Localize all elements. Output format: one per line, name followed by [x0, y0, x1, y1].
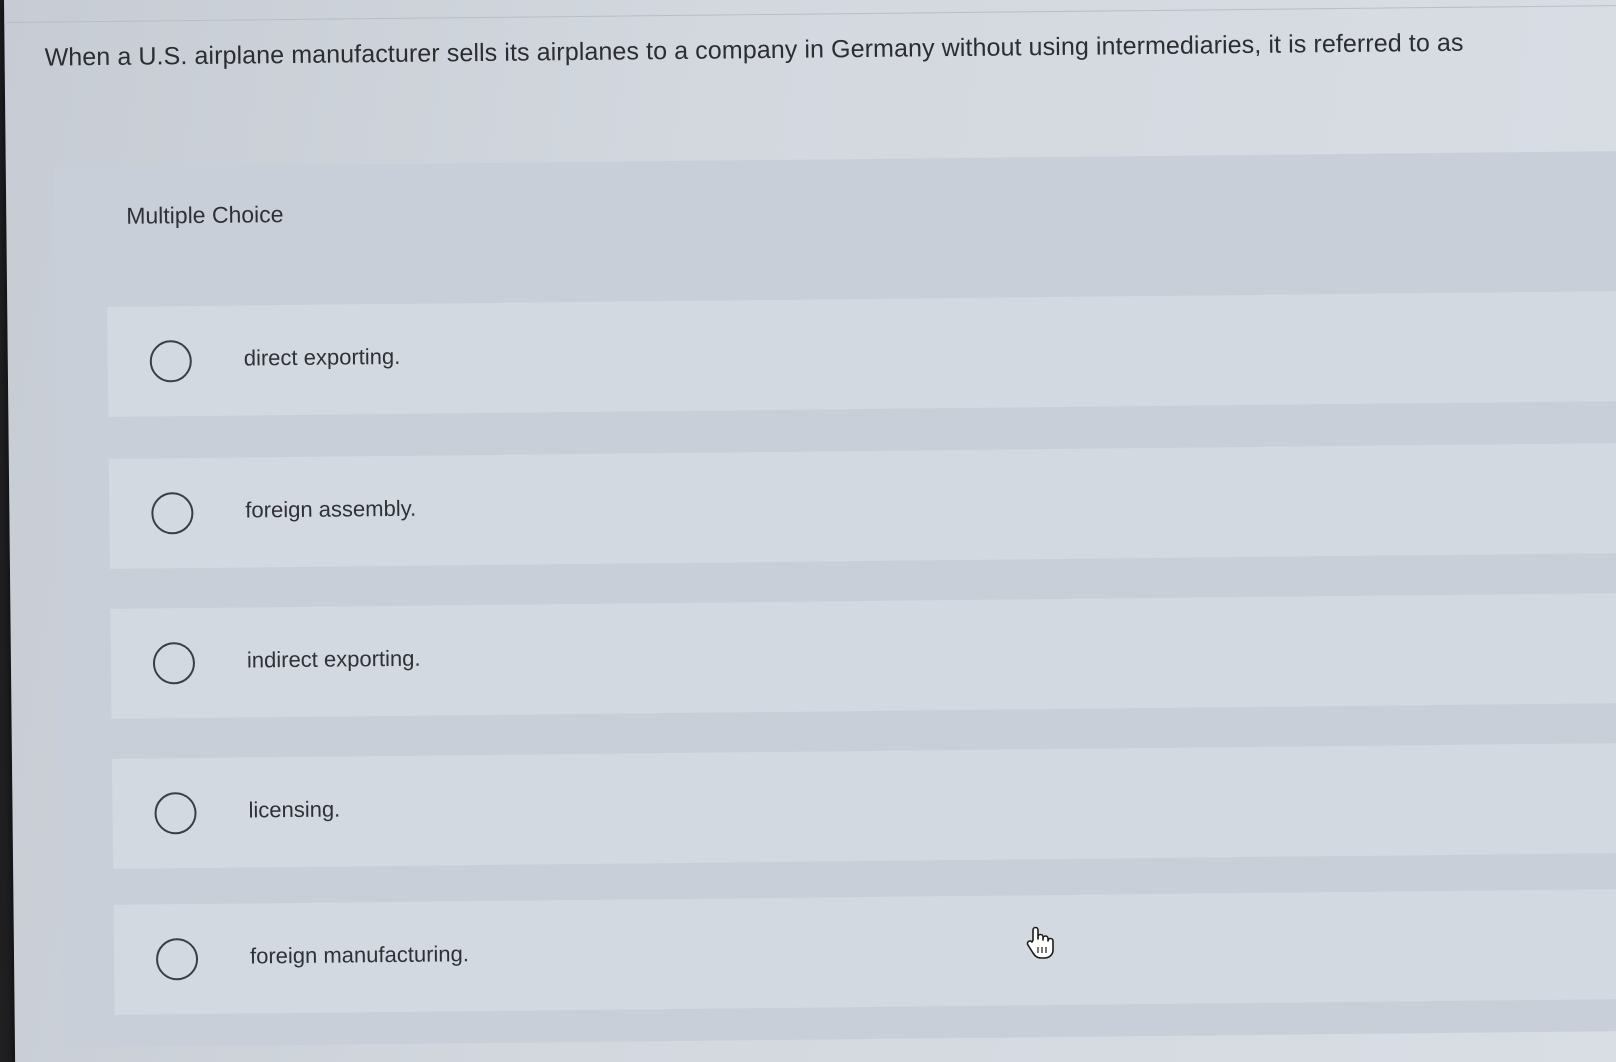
option-label: licensing. — [248, 796, 341, 823]
option-indirect-exporting[interactable]: indirect exporting. — [110, 592, 1616, 719]
option-foreign-assembly[interactable]: foreign assembly. — [108, 442, 1616, 569]
radio-button[interactable] — [152, 642, 196, 685]
radio-button[interactable] — [149, 340, 193, 383]
radio-button[interactable] — [155, 938, 199, 981]
option-label: direct exporting. — [243, 343, 401, 371]
option-label: foreign manufacturing. — [249, 941, 470, 969]
divider — [4, 4, 1616, 23]
screen: When a U.S. airplane manufacturer sells … — [0, 0, 1616, 1062]
quiz-page: When a U.S. airplane manufacturer sells … — [4, 0, 1616, 1062]
option-licensing[interactable]: licensing. — [111, 742, 1616, 869]
radio-button[interactable] — [151, 492, 194, 535]
option-direct-exporting[interactable]: direct exporting. — [107, 290, 1616, 417]
radio-button[interactable] — [154, 792, 197, 835]
question-text: When a U.S. airplane manufacturer sells … — [44, 28, 1464, 72]
option-label: indirect exporting. — [246, 645, 421, 673]
hand-pointer-icon — [1024, 926, 1054, 960]
option-label: foreign assembly. — [245, 495, 417, 523]
multiple-choice-panel: Multiple Choice direct exporting. foreig… — [53, 150, 1616, 1048]
multiple-choice-header: Multiple Choice — [126, 201, 284, 229]
option-foreign-manufacturing[interactable]: foreign manufacturing. — [113, 888, 1616, 1015]
